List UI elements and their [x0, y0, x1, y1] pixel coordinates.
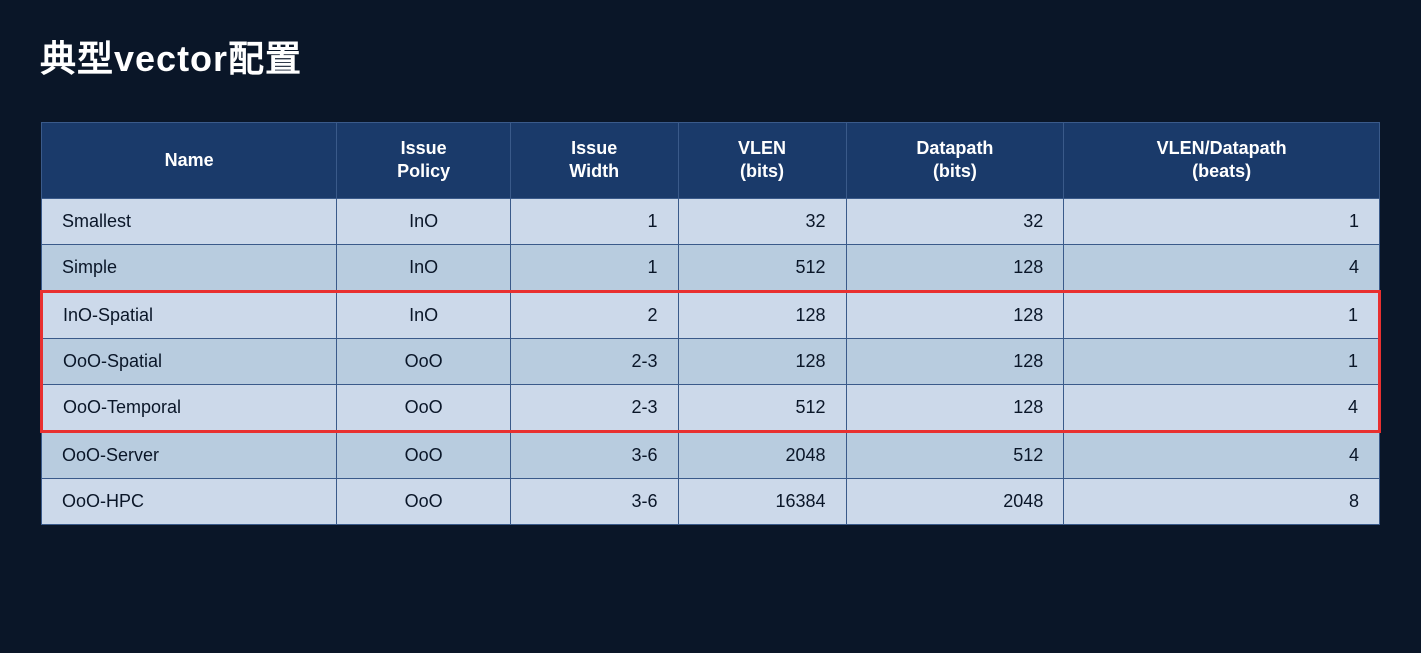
table-cell: 128: [678, 291, 846, 338]
table-cell: 128: [678, 338, 846, 384]
col-header-beats: VLEN/Datapath(beats): [1064, 123, 1380, 199]
table-cell: 2: [510, 291, 678, 338]
table-row: OoO-SpatialOoO2-31281281: [42, 338, 1380, 384]
table-cell: 1: [1064, 291, 1380, 338]
table-cell: 128: [846, 384, 1064, 431]
table-cell: 128: [846, 291, 1064, 338]
col-header-datapath: Datapath(bits): [846, 123, 1064, 199]
table-cell: 1: [510, 198, 678, 244]
col-header-name: Name: [42, 123, 337, 199]
table-row: OoO-ServerOoO3-620485124: [42, 431, 1380, 478]
table-body: SmallestInO132321SimpleInO15121284InO-Sp…: [42, 198, 1380, 524]
page-title: 典型vector配置: [40, 30, 1381, 82]
table-cell: 512: [678, 384, 846, 431]
table-row: SimpleInO15121284: [42, 244, 1380, 291]
table-cell: 16384: [678, 478, 846, 524]
table-cell: OoO-HPC: [42, 478, 337, 524]
table-cell: 1: [1064, 198, 1380, 244]
table-cell: 128: [846, 338, 1064, 384]
table-row: OoO-HPCOoO3-61638420488: [42, 478, 1380, 524]
table-cell: 3-6: [510, 478, 678, 524]
table-cell: OoO: [337, 338, 511, 384]
col-header-vlen: VLEN(bits): [678, 123, 846, 199]
table-cell: 512: [846, 431, 1064, 478]
table-cell: InO: [337, 244, 511, 291]
table-row: SmallestInO132321: [42, 198, 1380, 244]
table-cell: OoO: [337, 431, 511, 478]
table-cell: 4: [1064, 384, 1380, 431]
table-header-row: Name IssuePolicy IssueWidth VLEN(bits) D…: [42, 123, 1380, 199]
table-cell: OoO: [337, 478, 511, 524]
table-cell: 2-3: [510, 384, 678, 431]
table-cell: OoO-Temporal: [42, 384, 337, 431]
table-cell: 8: [1064, 478, 1380, 524]
table-row: OoO-TemporalOoO2-35121284: [42, 384, 1380, 431]
main-table: Name IssuePolicy IssueWidth VLEN(bits) D…: [40, 122, 1381, 525]
table-cell: 4: [1064, 431, 1380, 478]
col-header-issue-width: IssueWidth: [510, 123, 678, 199]
table-cell: 2048: [678, 431, 846, 478]
table-cell: 3-6: [510, 431, 678, 478]
table-row: InO-SpatialInO21281281: [42, 291, 1380, 338]
table-cell: InO: [337, 291, 511, 338]
table-cell: OoO-Spatial: [42, 338, 337, 384]
col-header-issue-policy: IssuePolicy: [337, 123, 511, 199]
table-cell: OoO-Server: [42, 431, 337, 478]
table-cell: 2048: [846, 478, 1064, 524]
table-cell: 32: [678, 198, 846, 244]
table-cell: 1: [1064, 338, 1380, 384]
table-cell: Smallest: [42, 198, 337, 244]
table-cell: 32: [846, 198, 1064, 244]
table-cell: Simple: [42, 244, 337, 291]
table-cell: OoO: [337, 384, 511, 431]
table-cell: 128: [846, 244, 1064, 291]
table-cell: InO: [337, 198, 511, 244]
table-cell: InO-Spatial: [42, 291, 337, 338]
table-cell: 512: [678, 244, 846, 291]
table-cell: 1: [510, 244, 678, 291]
table-cell: 4: [1064, 244, 1380, 291]
table-cell: 2-3: [510, 338, 678, 384]
